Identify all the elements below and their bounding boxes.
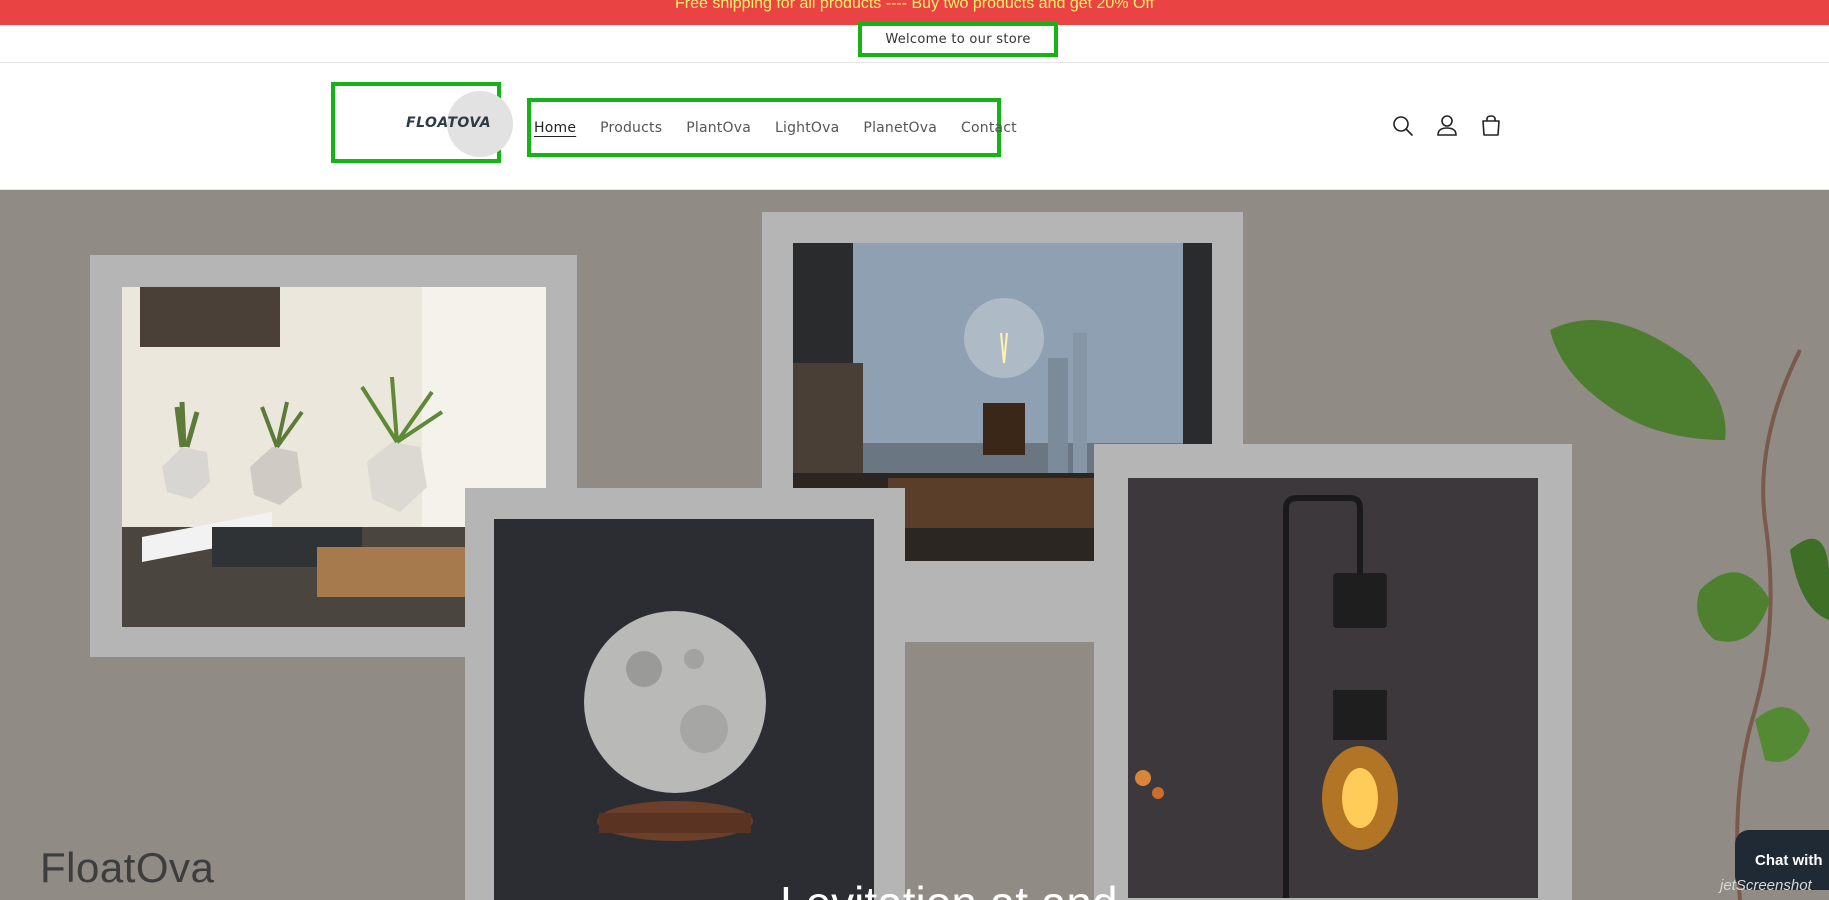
logo-link[interactable]: FLOATOVA: [331, 82, 513, 163]
nav-item-planetova[interactable]: PlanetOva: [863, 120, 937, 136]
hero-brand-word: FloatOva: [40, 844, 215, 891]
announcement-text[interactable]: Welcome to our store: [858, 22, 1058, 57]
announcement-bar: Welcome to our store: [0, 22, 1829, 63]
cart-icon[interactable]: [1476, 111, 1506, 141]
watermark: jetScreenshot: [1720, 877, 1812, 894]
nav-item-contact[interactable]: Contact: [961, 120, 1017, 136]
search-icon[interactable]: [1388, 111, 1418, 141]
promo-text: Free shipping for all products ---- Buy …: [674, 0, 1155, 12]
nav-item-home[interactable]: Home: [534, 120, 576, 136]
logo: FLOATOVA: [406, 115, 492, 131]
plant-branch: [1540, 290, 1829, 900]
nav-item-products[interactable]: Products: [600, 120, 662, 136]
main-nav: Home Products PlantOva LightOva PlanetOv…: [527, 98, 1017, 157]
site-header: FLOATOVA Home Products PlantOva LightOva…: [0, 63, 1829, 190]
hero-heading: Levitation at and: [780, 876, 1118, 900]
photo-pendant-lamp: [1128, 478, 1538, 898]
nav-item-plantova[interactable]: PlantOva: [686, 120, 751, 136]
account-icon[interactable]: [1432, 111, 1462, 141]
hero-banner: FloatOva Levitation at and: [0, 190, 1829, 900]
chat-widget-label: Chat with: [1755, 852, 1823, 869]
nav-item-lightova[interactable]: LightOva: [775, 120, 839, 136]
photo-moon-lamp: [494, 519, 874, 900]
